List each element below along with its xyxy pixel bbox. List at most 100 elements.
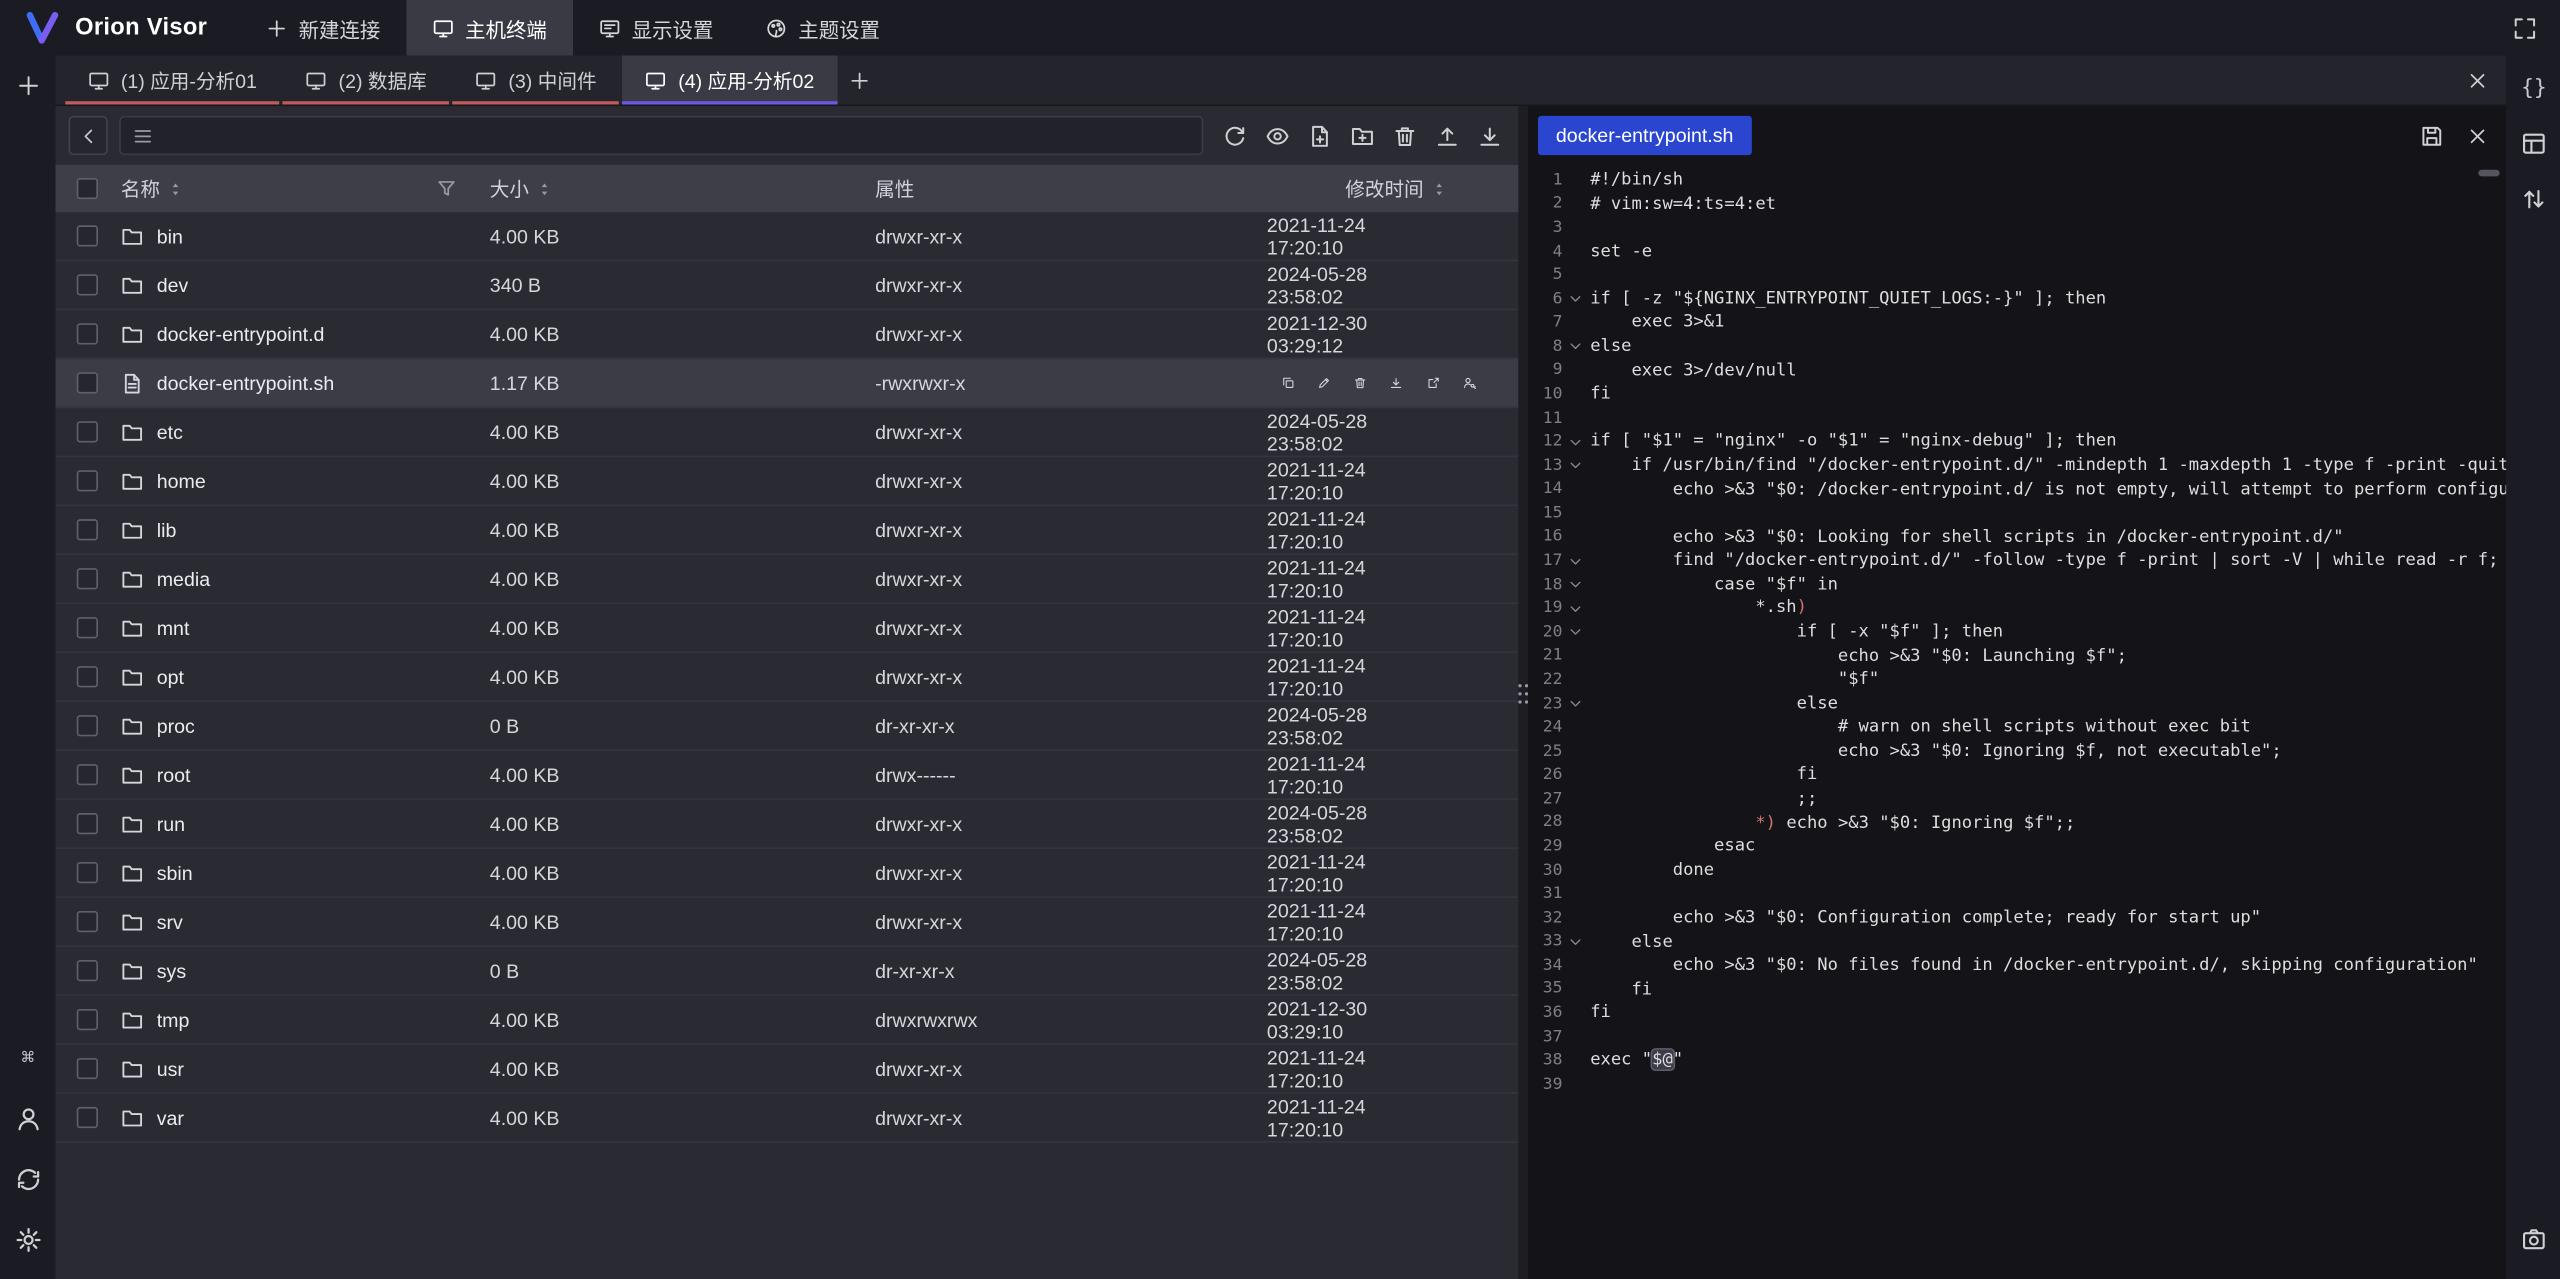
save-button[interactable] [2418,122,2444,148]
file-row-bin[interactable]: bin4.00 KBdrwxr-xr-x2021-11-24 17:20:10 [56,212,1519,261]
terminal-tab-1[interactable]: (2) 数据库 [283,56,450,105]
tabbar-close-button[interactable] [2464,67,2490,93]
terminal-tab-3[interactable]: (4) 应用-分析02 [623,56,837,105]
row-checkbox[interactable] [77,470,98,491]
file-row-var[interactable]: var4.00 KBdrwxr-xr-x2021-11-24 17:20:10 [56,1094,1519,1143]
row-checkbox[interactable] [77,323,98,344]
sync-button[interactable] [10,1161,46,1197]
row-checkbox[interactable] [77,666,98,687]
file-row-docker-entrypoint.sh[interactable]: docker-entrypoint.sh1.17 KB-rwxrwxr-x [56,359,1519,408]
path-input[interactable] [163,124,1190,147]
eye-icon [1264,123,1288,147]
new-folder-button[interactable] [1342,116,1381,155]
panel-button[interactable] [2516,126,2552,162]
editor-scrollbar-thumb[interactable] [2478,170,2499,177]
row-action-copy-icon[interactable] [1282,371,1295,395]
fold-chevron-down-icon[interactable] [1562,434,1586,450]
name-sort-icon[interactable] [168,179,183,199]
row-checkbox[interactable] [77,225,98,246]
file-row-opt[interactable]: opt4.00 KBdrwxr-xr-x2021-11-24 17:20:10 [56,653,1519,702]
row-checkbox[interactable] [77,1058,98,1079]
gutter-line: 31 [1528,882,1590,906]
eye-button[interactable] [1257,116,1296,155]
row-action-permission-icon[interactable] [1463,371,1476,395]
file-row-docker-entrypoint.d[interactable]: docker-entrypoint.d4.00 KBdrwxr-xr-x2021… [56,310,1519,359]
row-checkbox[interactable] [77,715,98,736]
refresh-button[interactable] [1215,116,1254,155]
mtime-sort-icon[interactable] [1432,179,1447,199]
fold-chevron-down-icon[interactable] [1562,577,1586,593]
user-button[interactable] [10,1100,46,1136]
file-row-proc[interactable]: proc0 Bdr-xr-xr-x2024-05-28 23:58:02 [56,702,1519,751]
trash-button[interactable] [1384,116,1423,155]
file-row-usr[interactable]: usr4.00 KBdrwxr-xr-x2021-11-24 17:20:10 [56,1045,1519,1094]
row-checkbox[interactable] [77,568,98,589]
nav-item-1[interactable]: 主机终端 [406,0,573,56]
terminal-tab-0[interactable]: (1) 应用-分析01 [65,56,279,105]
size-sort-icon[interactable] [537,179,552,199]
row-checkbox[interactable] [77,1009,98,1030]
fold-chevron-down-icon[interactable] [1562,457,1586,473]
file-row-sbin[interactable]: sbin4.00 KBdrwxr-xr-x2021-11-24 17:20:10 [56,849,1519,898]
file-row-run[interactable]: run4.00 KBdrwxr-xr-x2024-05-28 23:58:02 [56,800,1519,849]
upload-button[interactable] [1427,116,1466,155]
terminal-tab-2[interactable]: (3) 中间件 [453,56,620,105]
row-checkbox[interactable] [77,813,98,834]
row-checkbox[interactable] [77,960,98,981]
row-checkbox[interactable] [77,764,98,785]
editor-file-tab[interactable]: docker-entrypoint.sh [1538,116,1751,155]
plus-button[interactable] [10,67,46,103]
new-file-button[interactable] [1300,116,1339,155]
fold-chevron-down-icon[interactable] [1562,934,1586,950]
file-row-root[interactable]: root4.00 KBdrwx------2021-11-24 17:20:10 [56,751,1519,800]
select-all-checkbox[interactable] [77,178,98,199]
nav-item-3[interactable]: 主题设置 [740,0,907,56]
command-button[interactable]: ⌘ [10,1040,46,1076]
back-button[interactable] [69,116,108,155]
file-row-home[interactable]: home4.00 KBdrwxr-xr-x2021-11-24 17:20:10 [56,457,1519,506]
file-row-etc[interactable]: etc4.00 KBdrwxr-xr-x2024-05-28 23:58:02 [56,408,1519,457]
row-checkbox[interactable] [77,617,98,638]
user-icon [14,1104,42,1132]
row-checkbox[interactable] [77,911,98,932]
fold-chevron-down-icon[interactable] [1562,696,1586,712]
row-checkbox[interactable] [77,372,98,393]
nav-item-0[interactable]: 新建连接 [240,0,407,56]
fold-chevron-down-icon[interactable] [1562,553,1586,569]
file-row-mnt[interactable]: mnt4.00 KBdrwxr-xr-x2021-11-24 17:20:10 [56,604,1519,653]
braces-button[interactable]: {} [2516,70,2552,106]
row-action-download-icon[interactable] [1390,371,1403,395]
download-button[interactable] [1469,116,1508,155]
row-checkbox[interactable] [77,421,98,442]
editor-close-button[interactable] [2465,123,2489,147]
terminal-tab-label: (1) 应用-分析01 [121,66,257,94]
file-row-media[interactable]: media4.00 KBdrwxr-xr-x2021-11-24 17:20:1… [56,555,1519,604]
file-row-lib[interactable]: lib4.00 KBdrwxr-xr-x2021-11-24 17:20:10 [56,506,1519,555]
editor-code[interactable]: #!/bin/sh# vim:sw=4:ts=4:et​set -e​if [ … [1590,168,2506,1279]
row-action-trash-icon[interactable] [1354,371,1367,395]
file-row-tmp[interactable]: tmp4.00 KBdrwxrwxrwx2021-12-30 03:29:10 [56,996,1519,1045]
swap-button[interactable] [2516,181,2552,217]
row-checkbox[interactable] [77,519,98,540]
file-row-sys[interactable]: sys0 Bdr-xr-xr-x2024-05-28 23:58:02 [56,947,1519,996]
add-tab-button[interactable] [837,56,883,105]
file-row-srv[interactable]: srv4.00 KBdrwxr-xr-x2021-11-24 17:20:10 [56,898,1519,947]
row-action-edit-icon[interactable] [1318,371,1331,395]
splitter-handle[interactable] [1518,683,1528,703]
file-size: 4.00 KB [490,469,560,492]
fold-chevron-down-icon[interactable] [1562,338,1586,354]
panel-splitter[interactable] [1518,106,1528,1279]
settings-button[interactable] [10,1221,46,1257]
file-row-dev[interactable]: dev340 Bdrwxr-xr-x2024-05-28 23:58:02 [56,261,1519,310]
name-filter-icon[interactable] [436,178,457,199]
nav-item-2[interactable]: 显示设置 [573,0,740,56]
fold-chevron-down-icon[interactable] [1562,600,1586,616]
row-checkbox[interactable] [77,862,98,883]
row-action-move-icon[interactable] [1426,371,1439,395]
row-checkbox[interactable] [77,274,98,295]
fold-chevron-down-icon[interactable] [1562,291,1586,307]
fold-chevron-down-icon[interactable] [1562,624,1586,640]
row-checkbox[interactable] [77,1107,98,1128]
screenshot-button[interactable] [2516,1221,2552,1257]
fullscreen-button[interactable] [2506,10,2542,46]
